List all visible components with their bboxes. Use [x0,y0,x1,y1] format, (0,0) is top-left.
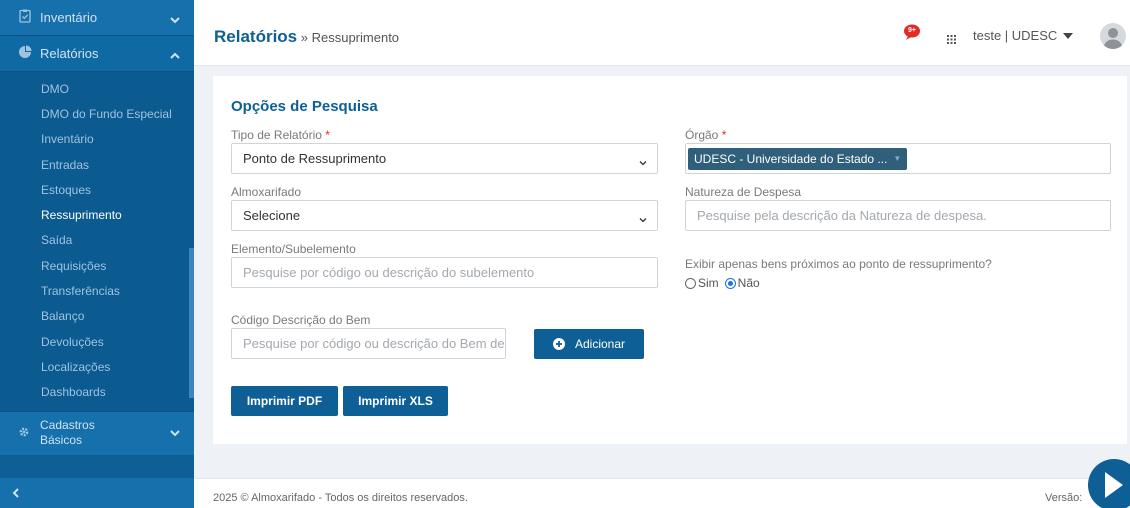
play-icon [1088,472,1130,508]
selected-value: Ponto de Ressuprimento [243,151,387,166]
submenu-item-estoques[interactable]: Estoques [0,177,194,202]
tipo-relatorio-label: Tipo de Relatório * [231,128,330,142]
copyright-text: 2025 © Almoxarifado - Todos os direitos … [213,492,468,504]
orgao-label: Órgão * [685,128,726,142]
submenu-item-dmo[interactable]: DMO [0,76,194,101]
caret-down-icon [1063,32,1074,39]
selected-tag[interactable]: UDESC - Universidade do Estado ... ▼ [688,147,908,170]
imprimir-pdf-button[interactable]: Imprimir PDF [231,386,338,416]
sidebar: Inventário Relatórios DMO DMO do Fundo E… [0,0,194,508]
exibir-proximos-label: Exibir apenas bens próximos ao ponto de … [685,257,992,271]
elemento-subelemento-label: Elemento/Subelemento [231,242,356,256]
gear-icon [18,426,30,441]
label-text: Tipo de Relatório [231,128,322,142]
submenu-item-dmo-fundo-especial[interactable]: DMO do Fundo Especial [0,101,194,126]
sidebar-item-inventario[interactable]: Inventário [0,0,194,36]
top-header: Relatórios » Ressuprimento 9+ teste | UD… [194,0,1130,66]
imprimir-xls-button[interactable]: Imprimir XLS [343,386,448,416]
sidebar-item-label: Relatórios [40,46,99,61]
notifications-button[interactable]: 9+ [902,24,924,42]
sidebar-item-label: Básicos [40,433,83,448]
radio-sim-label[interactable]: Sim [698,276,719,290]
sidebar-item-relatorios[interactable]: Relatórios [0,36,194,72]
submenu-item-balanco[interactable]: Balanço [0,304,194,329]
submenu-item-devolucoes[interactable]: Devoluções [0,329,194,354]
sidebar-scrollbar[interactable] [189,248,194,398]
chevron-left-icon [12,486,20,501]
sidebar-item-label: Inventário [40,10,98,25]
radio-nao-label[interactable]: Não [738,276,760,290]
breadcrumb: Relatórios » Ressuprimento [214,27,399,47]
adicionar-button[interactable]: Adicionar [534,329,644,359]
submenu-item-saida[interactable]: Saída [0,228,194,253]
label-text: Órgão [685,128,719,142]
exibir-proximos-radio-group: Sim Não [685,276,760,290]
pie-chart-icon [18,45,32,62]
chevron-down-icon [170,426,180,441]
tipo-relatorio-select[interactable]: Ponto de Ressuprimento [231,143,658,174]
submenu-item-entradas[interactable]: Entradas [0,152,194,177]
radio-sim[interactable] [685,277,696,289]
submenu-item-requisicoes[interactable]: Requisições [0,253,194,278]
submenu-item-ressuprimento[interactable]: Ressuprimento [0,202,194,227]
sidebar-item-label: Cadastros [40,418,95,433]
avatar[interactable] [1100,23,1126,49]
natureza-despesa-label: Natureza de Despesa [685,185,802,199]
required-mark: * [325,128,330,142]
search-options-card: Opções de Pesquisa Tipo de Relatório * P… [213,76,1127,444]
sidebar-item-cadastros-basicos[interactable]: Cadastros Básicos [0,410,194,455]
section-title: Opções de Pesquisa [231,98,378,115]
codigo-bem-input[interactable]: Pesquise por código ou descrição do Bem … [231,328,506,359]
user-menu[interactable]: teste | UDESC [973,28,1074,43]
reports-submenu: DMO DMO do Fundo Especial Inventário Ent… [0,72,194,411]
submenu-item-inventario[interactable]: Inventário [0,127,194,152]
almoxarifado-label: Almoxarifado [231,185,302,199]
submenu-item-localizacoes[interactable]: Localizações [0,354,194,379]
notification-badge: 9+ [908,27,916,34]
natureza-despesa-input[interactable]: Pesquise pela descrição da Natureza de d… [685,200,1111,231]
tag-label: UDESC - Universidade do Estado ... [694,151,888,166]
apps-grid-icon[interactable] [947,32,956,47]
plus-circle-icon [552,338,565,350]
footer: 2025 © Almoxarifado - Todos os direitos … [194,478,1130,508]
chevron-up-icon [170,49,180,59]
chevron-down-icon [639,155,647,166]
elemento-subelemento-input[interactable]: Pesquise por código ou descrição do sube… [231,257,658,288]
radio-nao[interactable] [724,277,736,289]
required-mark: * [721,128,727,142]
submenu-item-dashboards[interactable]: Dashboards [0,380,194,405]
version-label: Versão: [1045,492,1083,504]
selected-value: Selecione [243,208,301,223]
codigo-bem-label: Código Descrição do Bem [231,313,371,327]
user-label: teste | UDESC [973,28,1058,43]
almoxarifado-select[interactable]: Selecione [231,200,658,231]
orgao-multiselect[interactable]: UDESC - Universidade do Estado ... ▼ [685,143,1111,174]
chevron-down-icon [170,13,180,23]
help-fab-button[interactable] [1088,459,1130,508]
submenu-item-transferencias[interactable]: Transferências [0,278,194,303]
clipboard-check-icon [18,9,32,26]
tag-remove-icon[interactable]: ▼ [893,154,901,163]
collapse-sidebar-button[interactable] [0,478,194,508]
chevron-down-icon [639,212,647,223]
button-label: Adicionar [574,337,626,351]
page-title[interactable]: Relatórios [214,27,297,46]
breadcrumb-current: » Ressuprimento [300,30,400,45]
